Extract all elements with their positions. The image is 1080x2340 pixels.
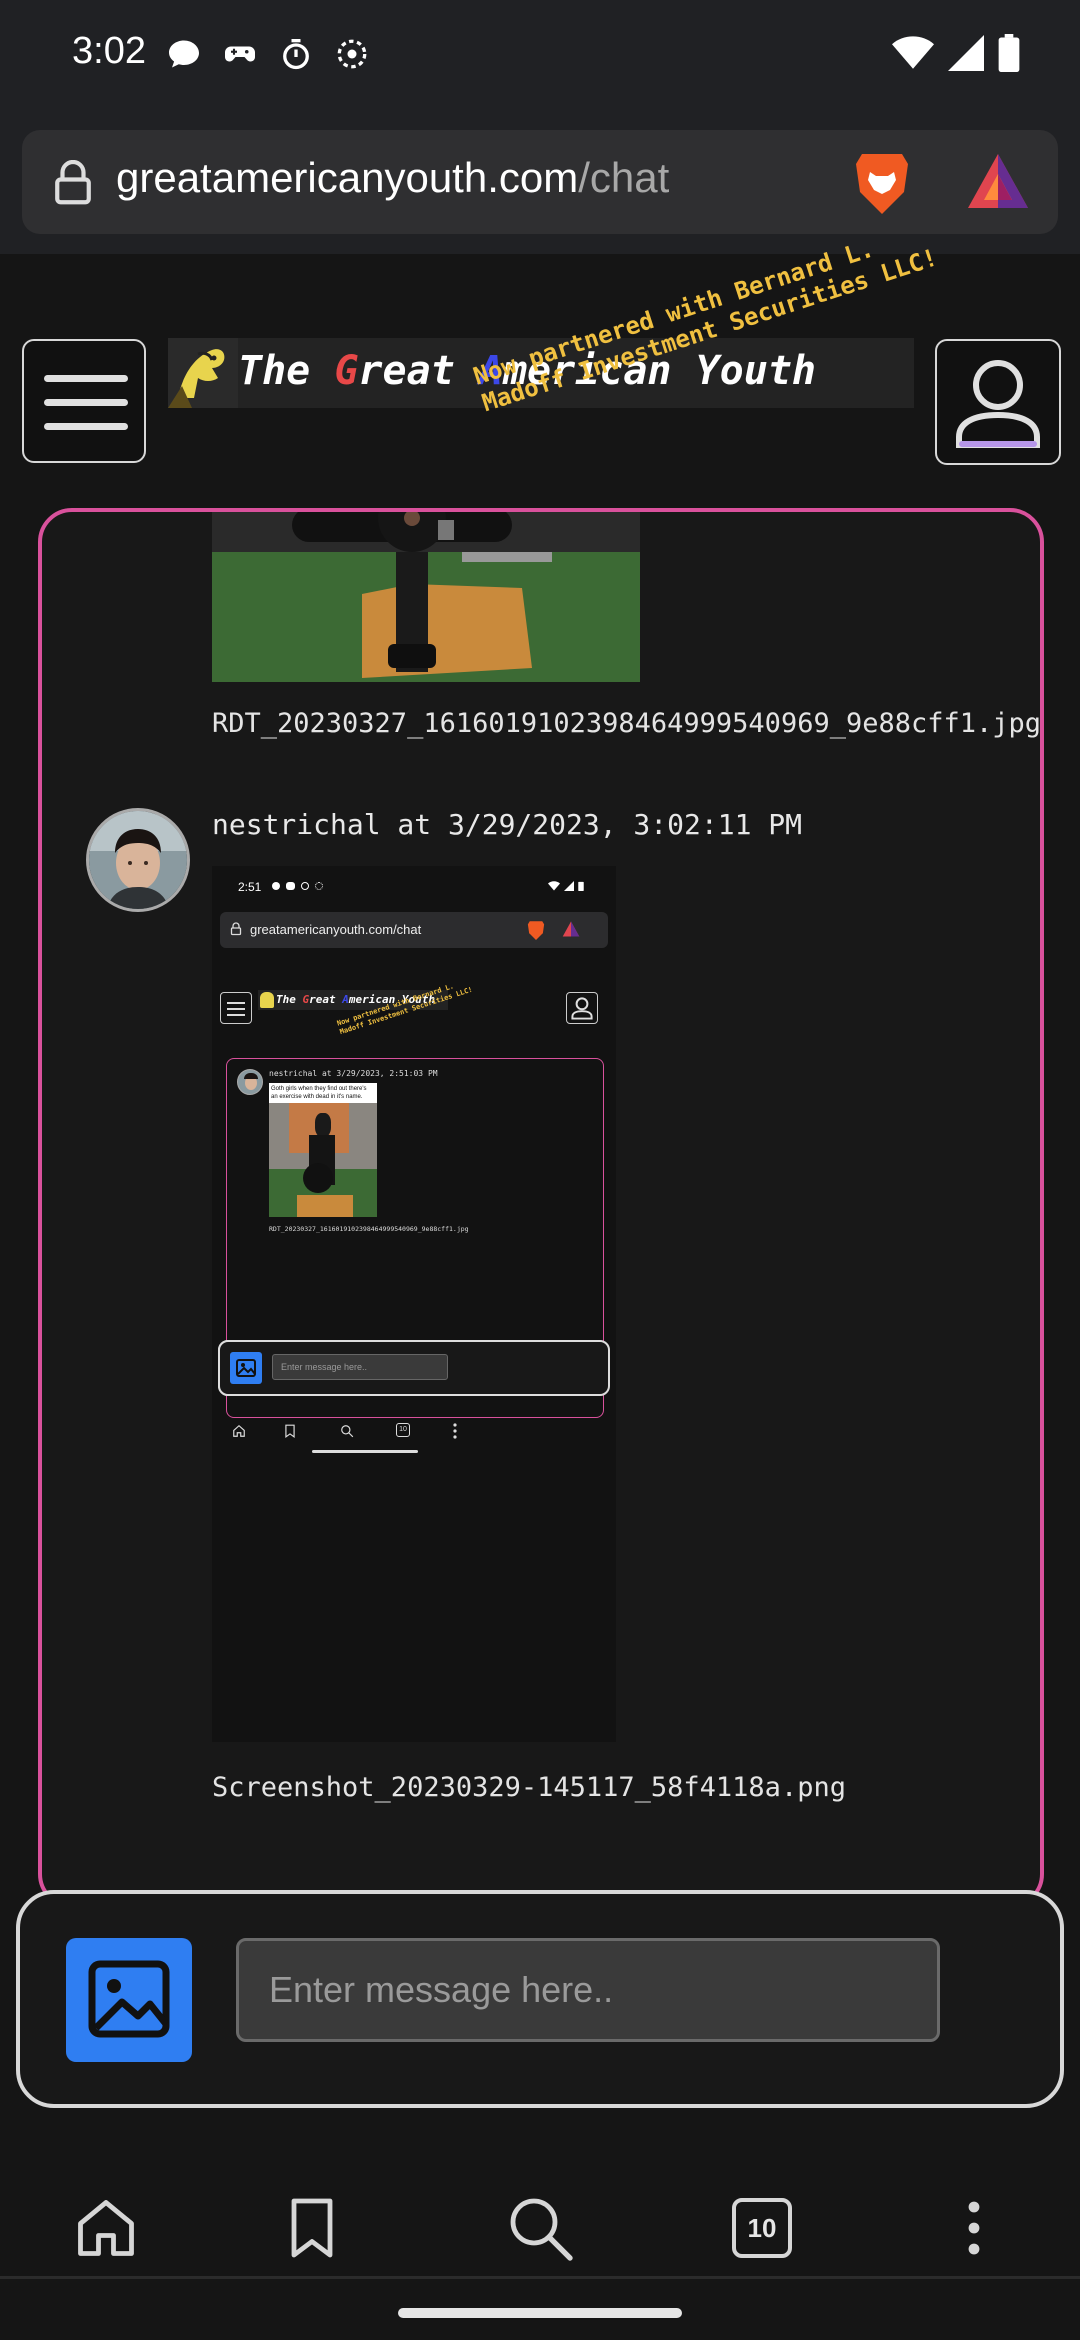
status-bar: 3:02: [0, 0, 1080, 108]
menu-line-icon: [44, 375, 128, 382]
search-icon[interactable]: [504, 2192, 576, 2264]
status-time: 3:02: [72, 30, 146, 72]
previous-attachment-filename[interactable]: RDT_20230327_161601910239846499954096​9_…: [212, 708, 1040, 739]
menu-line-icon: [44, 399, 128, 406]
timer-icon: [283, 39, 309, 70]
user-icon: [956, 360, 1040, 448]
mini-status-time: 2:51: [238, 880, 262, 894]
url-text[interactable]: greatamericanyouth.com/chat: [116, 154, 669, 202]
battery-icon: [998, 34, 1020, 72]
address-bar[interactable]: greatamericanyouth.com/chat: [22, 130, 1058, 234]
system-icons: [892, 34, 1020, 72]
more-icon[interactable]: [938, 2192, 1010, 2264]
message-attachment-image[interactable]: 2:51 greatamericanyouth.com/chat The Gre…: [212, 866, 616, 1742]
notification-icons: [166, 36, 370, 72]
mini-bottom-nav: 10: [212, 1412, 616, 1456]
wifi-icon: [892, 36, 934, 69]
mini-tab-count: 10: [396, 1423, 410, 1437]
mini-status-icons: [272, 882, 323, 890]
game-controller-icon: [225, 46, 255, 62]
logo-letter-g: G: [334, 348, 359, 394]
cell-signal-icon: [948, 35, 984, 71]
home-icon[interactable]: [70, 2192, 142, 2264]
site-header: The Great American Youth Now partnered w…: [0, 235, 1080, 504]
previous-attachment-image[interactable]: [212, 512, 640, 682]
browser-bottom-nav: 10: [0, 2140, 1080, 2340]
avatar[interactable]: [86, 808, 190, 912]
hamburger-menu-button[interactable]: [22, 339, 146, 463]
message-input[interactable]: [236, 1938, 940, 2042]
deadlift-photo: [212, 512, 640, 682]
menu-line-icon: [44, 423, 128, 430]
spinner-icon: [337, 39, 367, 69]
mini-composer-box: Enter message here..: [218, 1340, 610, 1396]
account-button[interactable]: [935, 339, 1061, 465]
message-attachment-filename[interactable]: Screenshot_20230329-145117_58f4118a.png: [212, 1772, 846, 1803]
message-composer: [16, 1890, 1064, 2108]
brave-lion-icon[interactable]: [850, 148, 914, 216]
message-header: nestrichal at 3/29/2023, 3:02:11 PM: [212, 808, 803, 841]
user-avatar-photo: [89, 811, 187, 909]
mini-user-icon: [566, 992, 598, 1024]
mini-address-bar: greatamericanyouth.com/chat: [220, 912, 608, 948]
bookmark-icon[interactable]: [276, 2192, 348, 2264]
url-path: /chat: [578, 154, 670, 201]
gesture-handle[interactable]: [398, 2308, 682, 2318]
url-domain: greatamericanyouth.com: [116, 154, 579, 201]
image-upload-button[interactable]: [66, 1938, 192, 2062]
mini-filename: RDT_20230327_161601910239846499954096​9_…: [269, 1225, 469, 1233]
nav-divider: [0, 2276, 1080, 2279]
image-icon: [88, 1960, 170, 2038]
mini-url: greatamericanyouth.com/chat: [250, 922, 422, 937]
mini-system-icons: [548, 881, 584, 891]
mini-message-header: nestrichal at 3/29/2023, 2:51:03 PM: [269, 1069, 438, 1078]
mini-input: Enter message here..: [272, 1354, 448, 1380]
logo-text-reat: reat: [358, 348, 479, 394]
bat-triangle-icon[interactable]: [966, 152, 1030, 210]
eagle-logo-icon: [168, 338, 238, 408]
chat-panel[interactable]: RDT_20230327_161601910239846499954096​9_…: [38, 508, 1044, 1908]
tabs-button[interactable]: 10: [732, 2198, 792, 2258]
chat-bubble-icon: [169, 40, 199, 68]
logo-text-prefix: The: [238, 348, 335, 394]
mini-menu-icon: [220, 992, 252, 1024]
lock-icon[interactable]: [52, 160, 94, 206]
mini-meme-caption: Goth girls when they find out there's an…: [269, 1083, 377, 1103]
mini-meme-image: Goth girls when they find out there's an…: [269, 1083, 377, 1217]
